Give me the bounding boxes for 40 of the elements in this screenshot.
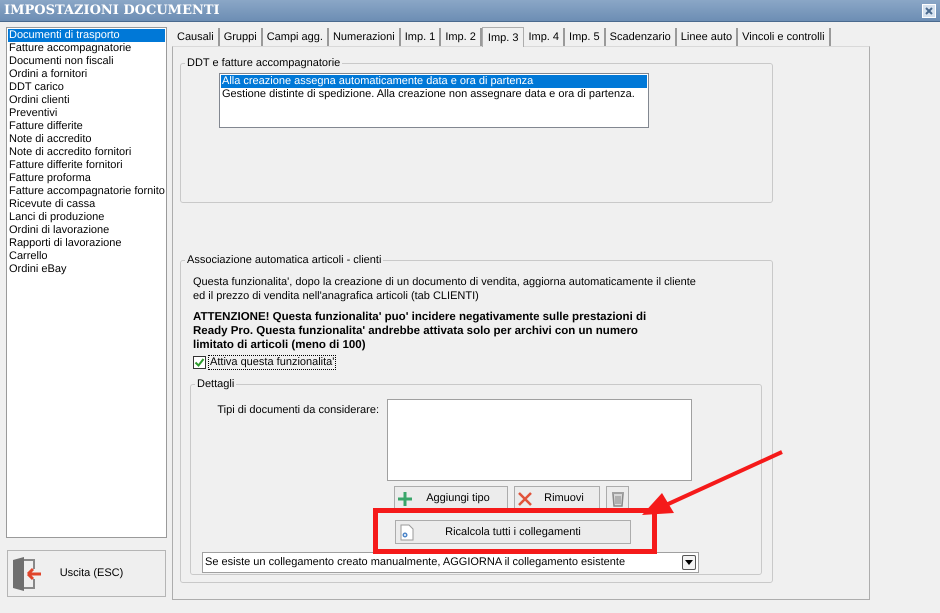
sidebar-item[interactable]: Lanci di produzione [8, 211, 165, 224]
exit-door-icon [12, 556, 42, 590]
sidebar-item[interactable]: Documenti non fiscali [8, 55, 165, 68]
option-item[interactable]: Gestione distinte di spedizione. Alla creazione non assegnare data e ora di partenza. [221, 88, 647, 101]
sidebar-item[interactable]: Ricevute di cassa [8, 198, 165, 211]
description-text: Questa funzionalita', dopo la creazione di un documento di vendita, aggiorna automaticamente il cliente ed il prezzo di vendita nell'anagrafica articoli (tab CLIENTI) [193, 275, 697, 303]
exit-button[interactable]: Uscita (ESC) [7, 550, 166, 597]
plus-icon [398, 492, 412, 506]
sidebar-item[interactable]: Ordini di lavorazione [8, 224, 165, 237]
recalculate-button[interactable]: Ricalcola tutti i collegamenti [395, 520, 631, 544]
sidebar-item[interactable]: Rapporti di lavorazione [8, 237, 165, 250]
option-item[interactable]: Alla creazione assegna automaticamente data e ora di partenza [221, 75, 647, 88]
close-button[interactable] [922, 4, 936, 18]
sidebar-item[interactable]: Fatture differite fornitori [8, 159, 165, 172]
group-title: Dettagli [195, 377, 236, 391]
sidebar-item[interactable]: Preventivi [8, 107, 165, 120]
sidebar-item[interactable]: Ordini a fornitori [8, 68, 165, 81]
sidebar-item[interactable]: Note di accredito [8, 133, 165, 146]
sidebar-item[interactable]: Ordini clienti [8, 94, 165, 107]
sidebar-item[interactable]: Carrello [8, 250, 165, 263]
checkbox[interactable] [193, 356, 206, 369]
close-icon [925, 6, 933, 14]
sidebar-item[interactable]: Fatture accompagnatorie fornito [8, 185, 165, 198]
checkbox-label: Attiva questa funzionalita' [208, 355, 336, 370]
document-gear-icon [399, 524, 415, 540]
sidebar-item[interactable]: Fatture proforma [8, 172, 165, 185]
sidebar-item[interactable]: DDT carico [8, 81, 165, 94]
link-mode-dropdown[interactable]: Se esiste un collegamento creato manualmente, AGGIORNA il collegamento esistente [202, 552, 699, 573]
sidebar-item[interactable]: Documenti di trasporto [8, 29, 165, 42]
tab[interactable]: Imp. 3 [482, 27, 524, 47]
sidebar-item[interactable]: Ordini eBay [8, 263, 165, 276]
sidebar-item[interactable]: Note di accredito fornitori [8, 146, 165, 159]
trash-icon [610, 490, 624, 506]
group-title: DDT e fatture accompagnatorie [185, 56, 342, 70]
sidebar-item[interactable]: Fatture differite [8, 120, 165, 133]
sidebar-item[interactable]: Fatture accompagnatorie [8, 42, 165, 55]
cross-icon [518, 492, 532, 506]
warning-text: ATTENZIONE! Questa funzionalita' puo' incidere negativamente sulle prestazioni di Ready Pro. Questa funzionalita' andrebbe attivata solo per archivi con un numero limitato di articoli (meno di 100) [193, 310, 648, 352]
window-title: IMPOSTAZIONI DOCUMENTI [4, 2, 220, 20]
field-label: Tipi di documenti da considerare: [216, 403, 380, 418]
